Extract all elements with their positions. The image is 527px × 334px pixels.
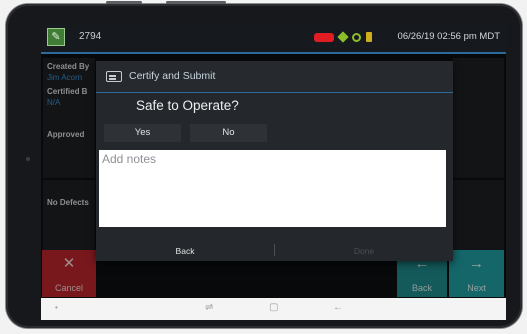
- dot-icon: •: [55, 303, 58, 312]
- datetime: 06/26/19 02:56 pm MDT: [397, 31, 500, 42]
- dialog-footer: Back Done: [96, 241, 453, 261]
- id-card-icon: [106, 71, 122, 82]
- no-button[interactable]: No: [190, 124, 267, 142]
- camera-dot: [26, 157, 30, 161]
- screen: ✎ 2794 06/26/19 02:56 pm MDT Created By …: [41, 22, 506, 320]
- volume-button: [166, 1, 226, 4]
- system-back-icon[interactable]: ←: [333, 302, 343, 313]
- recents-icon[interactable]: ⇌: [205, 302, 213, 313]
- power-plug-icon: [366, 32, 372, 42]
- dialog-back-button[interactable]: Back: [96, 244, 274, 258]
- tablet-frame: ✎ 2794 06/26/19 02:56 pm MDT Created By …: [6, 1, 522, 328]
- app-menu-icon[interactable]: ✎: [47, 28, 65, 46]
- certify-dialog: Certify and Submit Safe to Operate? Yes …: [96, 61, 453, 261]
- status-bar: ✎ 2794 06/26/19 02:56 pm MDT: [41, 22, 506, 54]
- system-nav-bar: • ⇌ ▢ ←: [41, 298, 506, 320]
- done-button[interactable]: Done: [275, 244, 453, 258]
- safe-question: Safe to Operate?: [136, 98, 239, 113]
- yes-button[interactable]: Yes: [104, 124, 181, 142]
- diamond-status-icon: [337, 31, 349, 43]
- status-icons: [314, 30, 372, 44]
- home-icon[interactable]: ▢: [269, 302, 278, 313]
- power-button: [106, 1, 142, 4]
- unit-number: 2794: [79, 31, 102, 42]
- notes-field[interactable]: [99, 150, 446, 227]
- truck-icon[interactable]: [314, 32, 334, 42]
- dialog-title: Certify and Submit: [129, 70, 216, 82]
- gps-icon: [352, 32, 361, 42]
- dialog-header: Certify and Submit: [96, 61, 453, 93]
